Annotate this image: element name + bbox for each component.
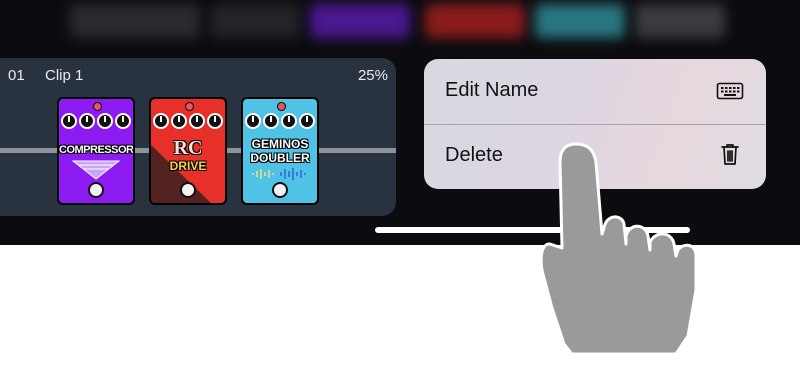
pedal-title-line2: DOUBLER: [250, 151, 310, 165]
blurred-toolbar: [0, 0, 800, 40]
pedal-led: [185, 102, 194, 111]
clip-card[interactable]: 01 Clip 1 25% COMPRESSOR RC DRIVE GEMINO…: [0, 58, 396, 216]
pedal-knobs: [61, 113, 133, 133]
clip-number: 01: [8, 67, 25, 84]
pedal-knobs: [153, 113, 225, 133]
pedal-led: [93, 102, 102, 111]
pedal-title-line2: DRIVE: [169, 159, 207, 173]
pedal-geminos-doubler[interactable]: GEMINOS DOUBLER: [241, 97, 319, 205]
menu-item-label: Delete: [445, 144, 503, 166]
pedal-title-line1: GEMINOS: [251, 137, 309, 151]
pedal-knobs: [245, 113, 317, 133]
pedal-rc-drive[interactable]: RC DRIVE: [149, 97, 227, 205]
pointing-hand-icon: [539, 140, 700, 365]
pedal-footswitch[interactable]: [88, 182, 104, 198]
compressor-arrow-graphic: [71, 160, 121, 180]
menu-item-label: Edit Name: [445, 79, 539, 101]
clip-percent: 25%: [357, 67, 388, 84]
keyboard-icon: [716, 79, 744, 108]
pedal-footswitch[interactable]: [180, 182, 196, 198]
waveform-graphic: [252, 168, 306, 180]
pedal-compressor[interactable]: COMPRESSOR: [57, 97, 135, 205]
pedal-led: [277, 102, 286, 111]
clip-name: Clip 1: [45, 67, 84, 84]
trash-icon: [716, 140, 744, 173]
pedal-title: COMPRESSOR: [59, 144, 134, 156]
pedal-title-line1: RC: [173, 137, 203, 159]
menu-item-edit-name[interactable]: Edit Name: [424, 59, 766, 124]
pedal-footswitch[interactable]: [272, 182, 288, 198]
